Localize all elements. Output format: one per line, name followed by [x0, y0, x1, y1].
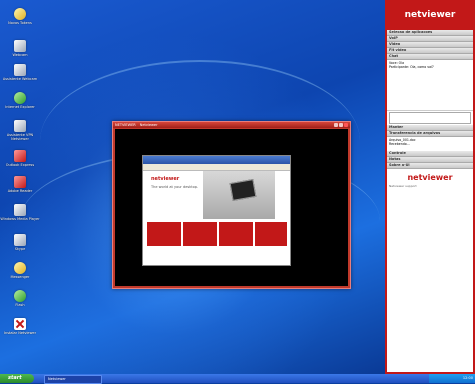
desktop-icon-label: Assistente VPN Netviewer — [6, 133, 34, 141]
taskbar: start Netviewer 12:00 — [0, 374, 475, 384]
desktop-icon-label: Novos Tokens — [8, 21, 32, 25]
remote-browser-titlebar — [143, 156, 290, 164]
desktop-icon[interactable]: Webcam — [0, 40, 42, 57]
file-item: Recebendo... — [389, 142, 410, 146]
viewer-title: NETVIEWER — [115, 123, 136, 127]
remote-banner — [183, 222, 217, 246]
chat-line: Participante: Ola, como vai? — [389, 65, 434, 69]
sidebar-logo: netviewer — [404, 10, 456, 20]
app-icon — [14, 40, 26, 52]
viewer-title-secondary: Netviewer — [139, 123, 158, 127]
app-icon — [14, 204, 26, 216]
desktop-icon[interactable]: Assistente Webcam — [0, 64, 42, 81]
sidebar-ad[interactable]: netviewer Netviewer support — [387, 169, 473, 190]
remote-banner — [219, 222, 253, 246]
app-icon — [14, 262, 26, 274]
remote-browser-toolbar — [143, 164, 290, 171]
remote-screen-area[interactable]: netviewer The world at your desktop. — [115, 129, 348, 286]
desktop-icon-label: Adobe Reader — [7, 189, 33, 193]
remote-banner — [147, 222, 181, 246]
remote-desktop-preview: netviewer The world at your desktop. — [142, 155, 291, 266]
ad-subtitle: Netviewer support — [389, 184, 417, 188]
netviewer-sidebar: netviewer Selecao de aplicacoes VoIP Vid… — [385, 0, 475, 374]
maximize-icon[interactable] — [339, 123, 343, 127]
chat-input[interactable] — [389, 112, 471, 124]
desktop-icon-label: Webcam — [12, 53, 28, 57]
sidebar-header: netviewer — [385, 0, 475, 28]
desktop-icon[interactable]: Adobe Reader — [0, 176, 42, 193]
clock: 12:00 — [462, 376, 473, 380]
viewer-titlebar[interactable]: NETVIEWER Netviewer — [113, 122, 350, 128]
app-icon — [14, 64, 26, 76]
desktop-icon-label: Outlook Express — [5, 163, 35, 167]
start-button[interactable]: start — [0, 374, 34, 383]
desktop-icon-label: Messenger — [10, 275, 30, 279]
viewer-window[interactable]: NETVIEWER Netviewer netviewer The world … — [112, 121, 351, 289]
system-tray: 12:00 — [429, 374, 475, 383]
remote-heading: The world at your desktop. — [151, 185, 199, 189]
desktop-icon[interactable]: Outlook Express — [0, 150, 42, 167]
app-icon — [14, 92, 26, 104]
desktop-icon-label: Skype — [14, 247, 26, 251]
app-icon — [14, 8, 26, 20]
desktop-icon[interactable]: Windows Media Player — [0, 204, 42, 221]
chat-log: Voce: Ola Participante: Ola, como vai? — [387, 60, 473, 111]
app-icon — [14, 290, 26, 302]
desktop-icon[interactable]: Internet Explorer — [0, 92, 42, 109]
ad-logo: netviewer — [407, 173, 453, 182]
close-icon[interactable] — [344, 123, 348, 127]
desktop-icon[interactable]: Novos Tokens — [0, 8, 42, 25]
desktop-icon[interactable]: Flash — [0, 290, 42, 307]
desktop-icon-label: Windows Media Player — [0, 217, 40, 221]
app-icon — [14, 150, 26, 162]
file-list: Arquivo_001.doc Recebendo... — [387, 137, 473, 151]
desktop-icon-label: Assistente Webcam — [2, 77, 38, 81]
remote-logo: netviewer — [151, 176, 180, 182]
desktop-icon-label: Instalar Netviewer — [3, 331, 37, 335]
desktop-icon[interactable]: Skype — [0, 234, 42, 251]
desktop-icon-label: Internet Explorer — [5, 105, 35, 109]
app-icon — [14, 318, 26, 330]
desktop-icon[interactable]: Instalar Netviewer — [0, 318, 42, 335]
app-icon — [14, 234, 26, 246]
app-icon — [14, 176, 26, 188]
app-icon — [14, 120, 26, 132]
desktop-icon-label: Flash — [15, 303, 25, 307]
desktop-icon[interactable]: Assistente VPN Netviewer — [0, 120, 42, 141]
sidebar-panel: Selecao de aplicacoes VoIP Video Fit vid… — [387, 30, 473, 372]
minimize-icon[interactable] — [334, 123, 338, 127]
remote-banner — [255, 222, 287, 246]
desktop-icon[interactable]: Messenger — [0, 262, 42, 279]
